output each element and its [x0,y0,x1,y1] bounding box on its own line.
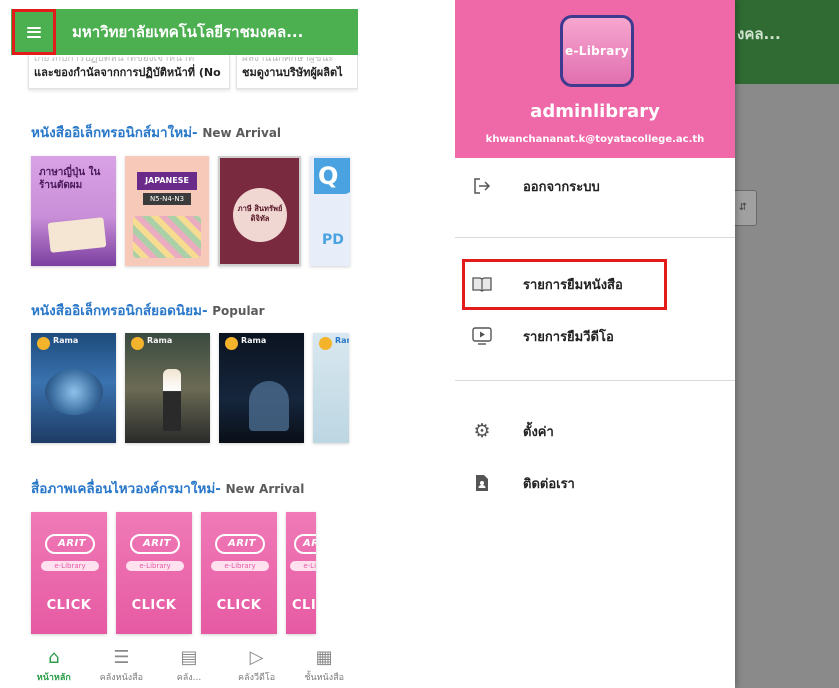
news-carousel: เกี่ยวกับการปฏิบัติหน้าที่ของเจ้าหน้าที่… [28,55,358,89]
nav-library[interactable]: ▤ คลัง... [155,644,223,688]
menu-item-logout[interactable]: ออกจากระบบ [455,166,735,206]
menu-item-borrowed-videos[interactable]: รายการยืมวีดีโอ [455,316,735,356]
video-library-icon: ▷ [249,647,264,668]
app-header: มหาวิทยาลัยเทคโนโลยีราชมงคล... [11,9,358,55]
elibrary-logo: e-Library [560,15,634,87]
bottom-navigation: ⌂ หน้าหลัก ☰ คลังหนังสือ ▤ คลัง... ▷ คลั… [20,644,358,688]
book-cover[interactable]: Q PD [310,156,350,266]
video-card[interactable]: ARIT e-Library CLICK [286,512,316,634]
book-cover[interactable]: Rama [219,333,304,443]
user-email: khwanchananat.k@toyatacollege.ac.th [485,134,705,145]
rama-logo-icon [319,337,332,350]
menu-item-settings[interactable]: ⚙ ตั้งค่า [455,411,735,451]
book-cover[interactable]: ภาษาญี่ปุ่น ในร้านตัดผม [31,156,116,266]
book-cover[interactable]: Rama [313,333,349,443]
video-card[interactable]: ARIT e-Library CLICK [116,512,192,634]
news-card[interactable]: เกี่ยวกับการปฏิบัติหน้าที่ของเจ้าหน้าที่… [28,55,230,89]
bookshelf-icon: ▦ [315,647,333,668]
nav-home[interactable]: ⌂ หน้าหลัก [20,644,88,688]
section-title-new-books: หนังสืออิเล็กทรอนิกส์มาใหม่- New Arrival [31,125,282,141]
drawer-header: e-Library adminlibrary khwanchananat.k@t… [455,0,735,158]
home-screen: มหาวิทยาลัยเทคโนโลยีราชมงคล... เกี่ยวกับ… [0,0,358,688]
logout-icon [471,175,493,197]
nav-book-library[interactable]: ☰ คลังหนังสือ [88,644,156,688]
gear-icon: ⚙ [473,420,491,442]
book-cover[interactable]: Rama [125,333,210,443]
news-card-title: ชมดูงานบริษัทผู้ผลิตไ [242,66,343,79]
navigation-drawer: e-Library adminlibrary khwanchananat.k@t… [455,0,735,688]
video-card[interactable]: ARIT e-Library CLICK [201,512,277,634]
books-stack-icon: ☰ [113,647,130,668]
hamburger-icon [27,26,41,38]
menu-item-contact[interactable]: ติดต่อเรา [455,463,735,503]
news-card[interactable]: ผลงานนักศึกษาผู้ชนะ ชมดูงานบริษัทผู้ผลิต… [236,55,358,89]
video-card[interactable]: ARIT e-Library CLICK [31,512,107,634]
hamburger-menu-button[interactable] [12,9,56,55]
rama-logo-icon [131,337,144,350]
book-cover[interactable]: ภาษี สินทรัพย์ดิจิทัล [218,156,301,266]
rama-logo-icon [225,337,238,350]
open-book-icon: ▤ [180,647,198,668]
nav-bookshelf[interactable]: ▦ ชั้นหนังสือ [290,644,358,688]
app-title: มหาวิทยาลัยเทคโนโลยีราชมงคล... [72,23,304,41]
videos-shelf: ARIT e-Library CLICK ARIT e-Library CLIC… [31,512,316,634]
book-cover[interactable]: JAPANESE Kanji N5-N4-N3 [125,156,209,266]
video-icon [471,325,493,347]
user-name: adminlibrary [530,101,660,122]
divider [455,380,735,381]
new-books-shelf: ภาษาญี่ปุ่น ในร้านตัดผม JAPANESE Kanji N… [31,156,350,266]
news-card-title: และของกำนัลจากการปฏิบัติหน้าที่ (No [34,66,221,79]
drawer-screen: งคล... ⇵ e-Library adminlibrary khwancha… [455,0,839,688]
dimmed-title: งคล... [737,25,781,43]
nav-video-library[interactable]: ▷ คลังวีดีโอ [223,644,291,688]
section-title-popular: หนังสืออิเล็กทรอนิกส์ยอดนิยม- Popular [31,303,265,319]
divider [455,237,735,238]
book-cover[interactable]: Rama [31,333,116,443]
popular-books-shelf: Rama Rama Rama Rama [31,333,349,443]
rama-logo-icon [37,337,50,350]
highlight-box [462,259,667,310]
section-title-videos: สื่อภาพเคลื่อนไหวองค์กรมาใหม่- New Arriv… [31,481,305,497]
home-icon: ⌂ [48,647,60,668]
contact-icon [471,472,493,494]
